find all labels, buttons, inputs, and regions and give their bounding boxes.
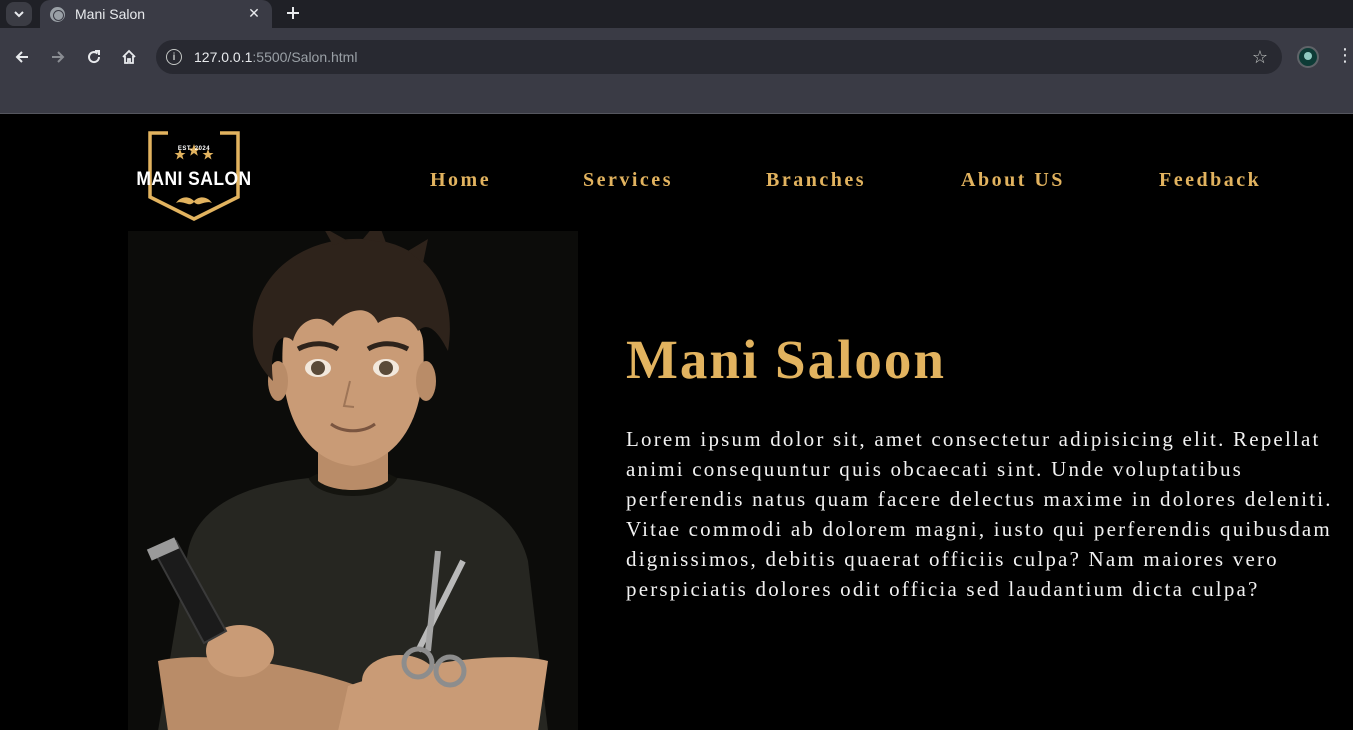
forward-icon [52, 51, 65, 63]
plus-icon [287, 7, 299, 19]
mustache-icon [176, 197, 212, 205]
url-host: 127.0.0.1 [194, 49, 253, 65]
forward-button[interactable] [47, 46, 69, 68]
info-icon[interactable]: i [166, 49, 182, 65]
browser-tab-strip: Mani Salon ✕ [0, 0, 1353, 28]
nav-about-us[interactable]: About US [961, 169, 1065, 192]
barber-illustration [128, 231, 578, 730]
page-content: EST. 2024 MANI SALON Home Services Branc… [0, 115, 1353, 730]
url-text[interactable]: 127.0.0.1:5500/Salon.html [194, 49, 357, 65]
home-icon [122, 49, 136, 64]
hero-title: Mani Saloon [626, 329, 946, 390]
reload-icon [88, 50, 101, 64]
globe-icon [50, 6, 65, 22]
tab-title: Mani Salon [75, 6, 146, 22]
url-path: :5500/Salon.html [252, 49, 358, 65]
main-nav: Home Services Branches About US Feedback [0, 169, 1353, 193]
star-icon[interactable]: ☆ [1252, 47, 1268, 68]
home-button[interactable] [118, 46, 140, 68]
browser-tab[interactable]: Mani Salon ✕ [40, 0, 272, 28]
more-vert-icon[interactable]: ⋮ [1336, 45, 1353, 69]
browser-toolbar: i 127.0.0.1:5500/Salon.html ☆ ⋮ [0, 28, 1353, 86]
nav-home[interactable]: Home [430, 169, 491, 192]
logo-est-text: EST. 2024 [177, 146, 211, 152]
barber-portrait-image [128, 231, 578, 730]
tab-search-button[interactable] [6, 2, 32, 26]
nav-services[interactable]: Services [583, 169, 673, 192]
address-bar[interactable]: i 127.0.0.1:5500/Salon.html ☆ [156, 40, 1282, 74]
reload-button[interactable] [83, 46, 105, 68]
back-button[interactable] [11, 46, 33, 68]
bookmarks-bar [0, 86, 1353, 114]
new-tab-button[interactable] [282, 3, 304, 25]
chevron-down-icon [14, 11, 24, 18]
close-icon[interactable]: ✕ [246, 6, 262, 22]
nav-feedback[interactable]: Feedback [1159, 169, 1261, 192]
nav-branches[interactable]: Branches [766, 169, 866, 192]
back-icon [15, 51, 28, 63]
profile-icon[interactable] [1297, 46, 1319, 68]
hero-description: Lorem ipsum dolor sit, amet consectetur … [626, 427, 1333, 601]
